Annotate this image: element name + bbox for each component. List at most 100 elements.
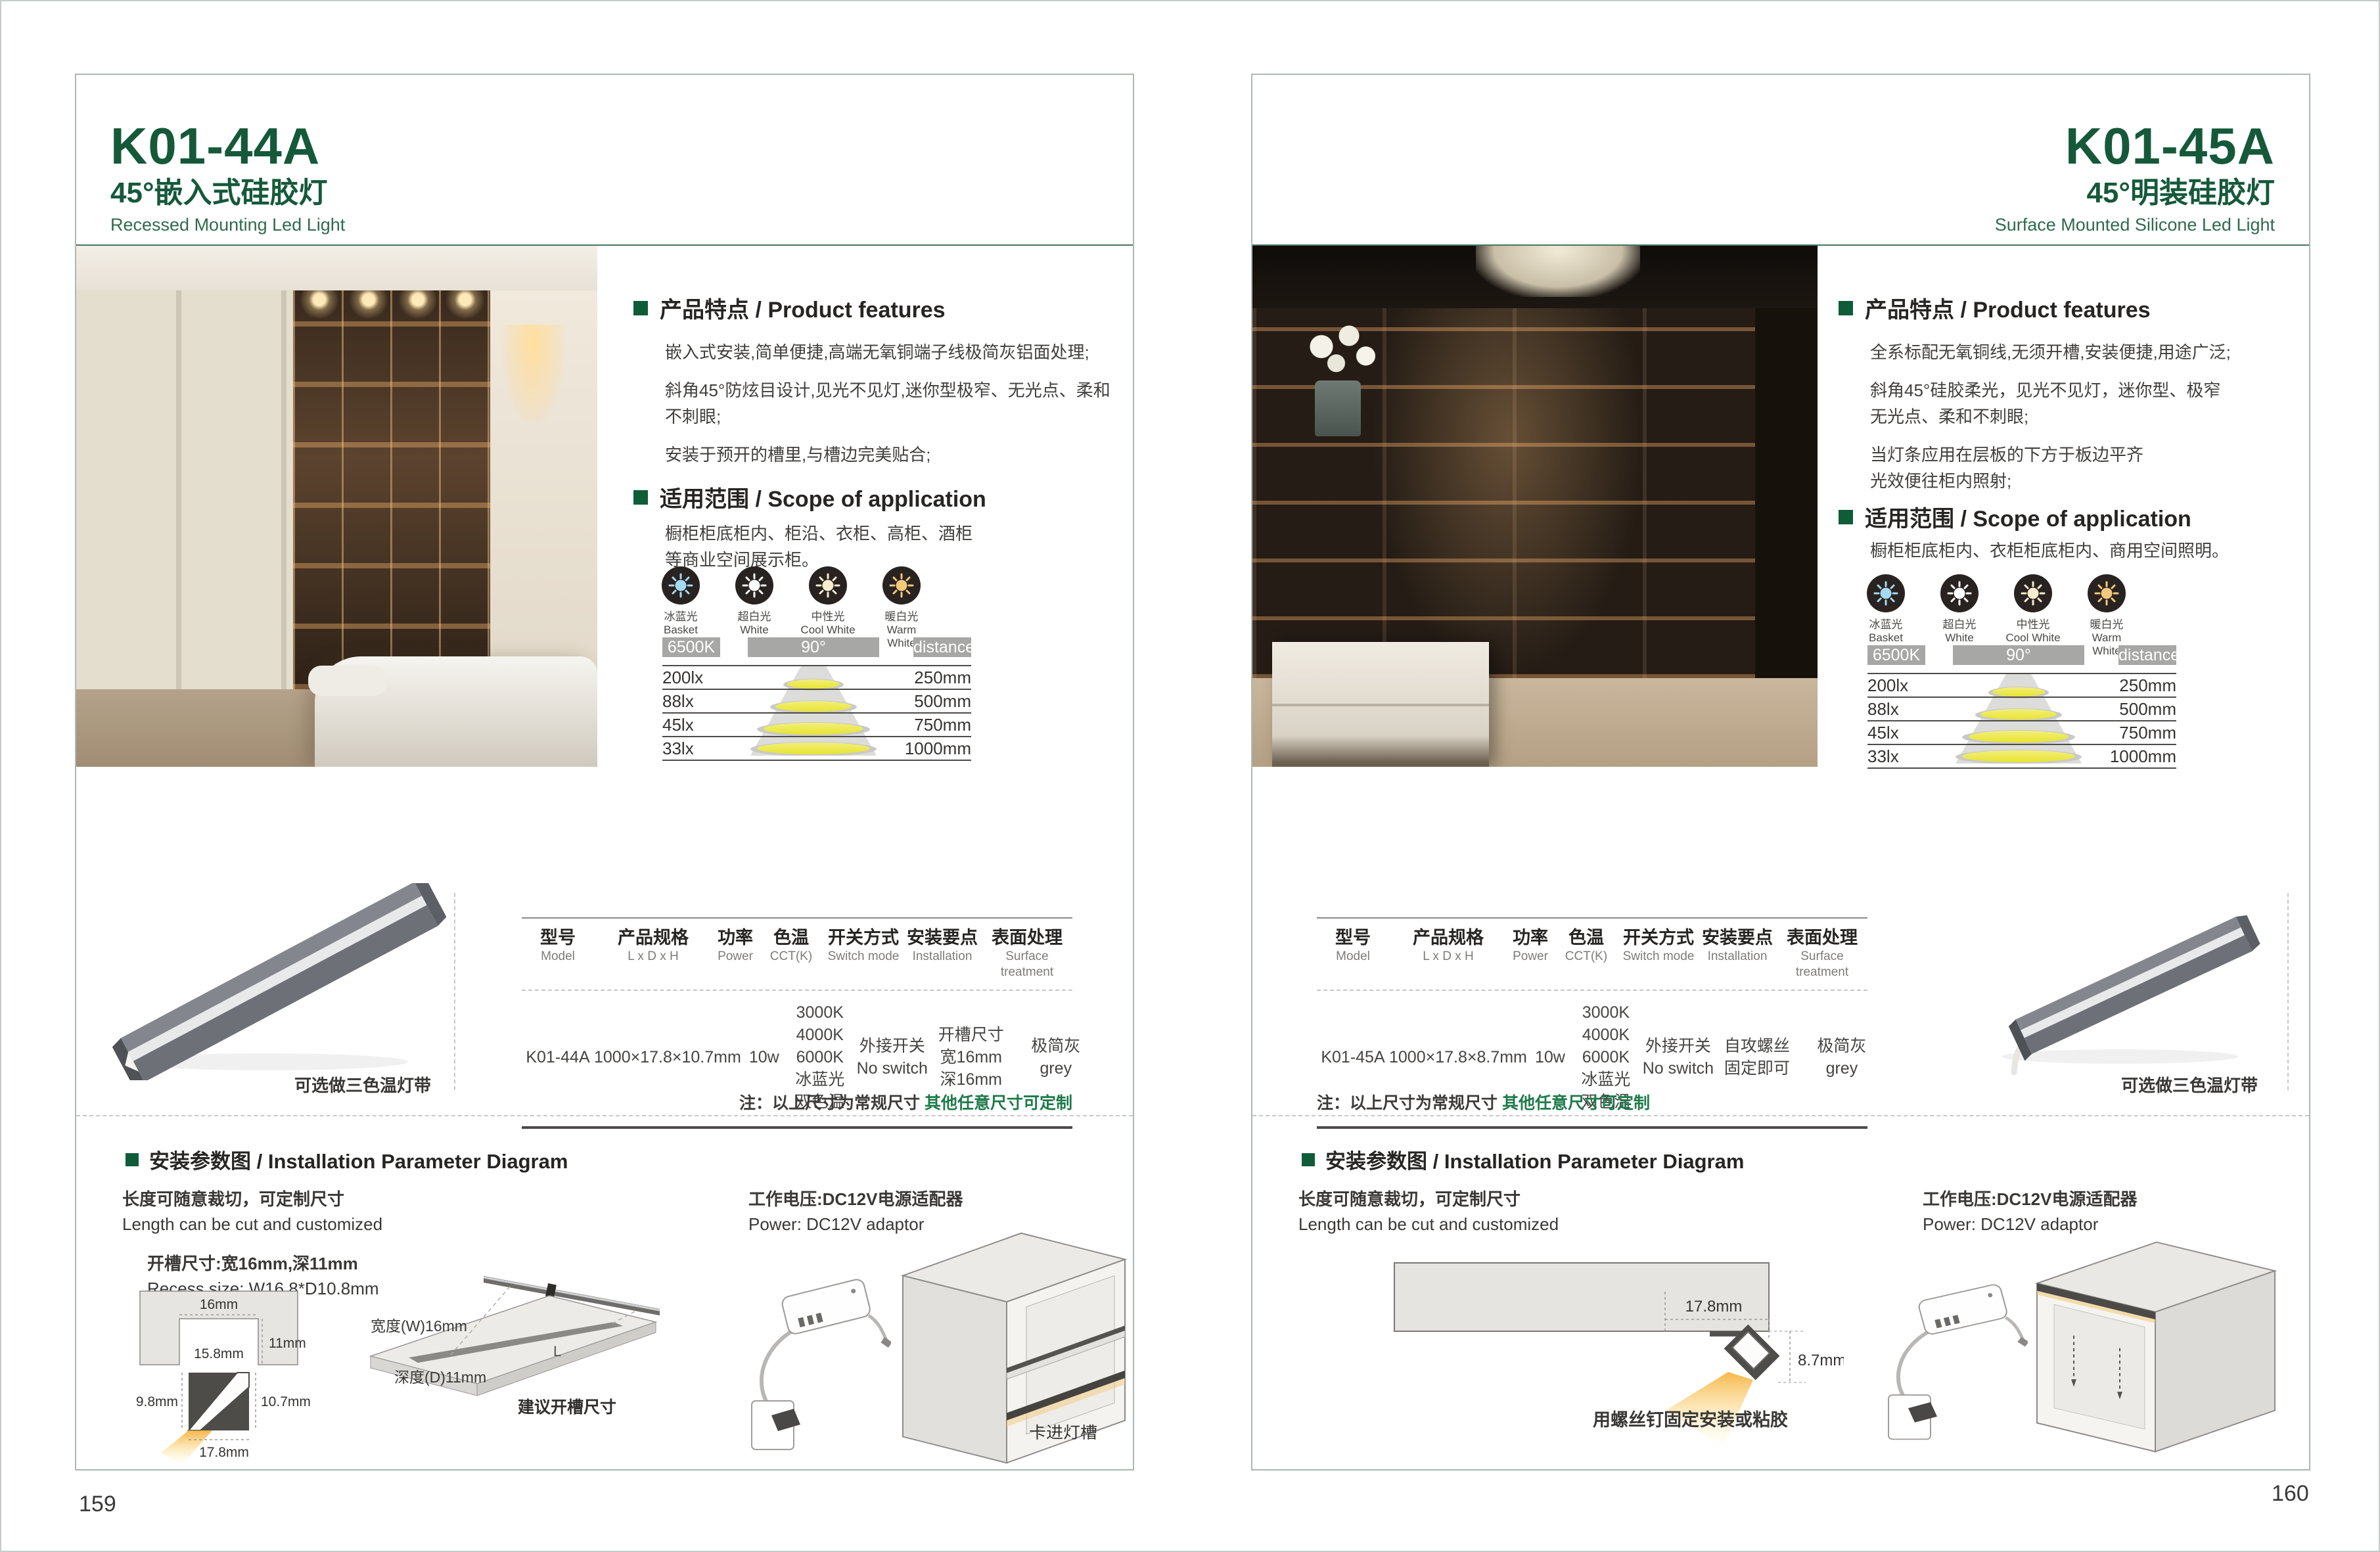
- dim-width: 17.8mm: [1685, 1298, 1743, 1315]
- col-power-en: Power: [712, 949, 758, 965]
- install-line: 开槽尺寸: [932, 1024, 1011, 1046]
- surface-cn: 极简灰: [1796, 1035, 1887, 1057]
- cell-install: 自攻螺丝 固定即可: [1718, 1035, 1796, 1080]
- cell-model: K01-45A: [1317, 1046, 1389, 1068]
- chart-row: 33lx1000mm: [1867, 745, 2176, 769]
- profile-caption: 可选做三色温灯带: [2067, 1072, 2258, 1097]
- features-heading-label: 产品特点 / Product features: [1865, 292, 2151, 324]
- chart-row: 33lx1000mm: [662, 737, 971, 761]
- distance-value: 1000mm: [2110, 746, 2176, 767]
- col-cct: 色温: [758, 926, 824, 949]
- dim-bottom-width: 17.8mm: [199, 1445, 249, 1460]
- features-heading: 产品特点 / Product features: [1839, 292, 2151, 324]
- cell-switch: 外接开关 No switch: [1639, 1035, 1718, 1080]
- page-header-left: K01-44A 45°嵌入式硅胶灯 Recessed Mounting Led …: [110, 118, 345, 237]
- col-spec-en: L x D x H: [1389, 949, 1507, 965]
- cct-label-cn: 超白光: [1931, 618, 1988, 631]
- switch-cn: 外接开关: [1639, 1035, 1718, 1057]
- cell-spec: 1000×17.8×10.7mm: [594, 1046, 741, 1068]
- lux-value: 45lx: [662, 715, 694, 735]
- feature-line: 无光点、柔和不刺眼;: [1870, 403, 2291, 430]
- feature-line: 斜角45°防炫目设计,见光不见灯,迷你型极窄、无光点、柔和不刺眼;: [665, 377, 1125, 430]
- cct-label-en: Basket: [652, 624, 710, 637]
- groove-diagram: 宽度(W)16mm 深度(D)11mm 建议开槽尺寸 L: [352, 1258, 668, 1442]
- cct-line: 冰蓝光: [1573, 1068, 1639, 1091]
- power-adaptor-illustration: [1870, 1258, 2028, 1455]
- product-title-en: Recessed Mounting Led Light: [110, 213, 345, 237]
- catalog-page-right: K01-45A 45°明装硅胶灯 Surface Mounted Silicon…: [1251, 74, 2310, 1471]
- col-model: 型号: [1317, 926, 1389, 949]
- spec-table-header: 型号Model 产品规格L x D x H 功率Power 色温CCT(K) 开…: [1317, 917, 1867, 990]
- chart-header-bars: 6500K 90° distance: [1867, 645, 2176, 665]
- surface-en: grey: [1796, 1057, 1887, 1080]
- chart-row: 200lx250mm: [662, 666, 971, 690]
- col-spec-en: L x D x H: [594, 949, 712, 965]
- table-note: 注：以上尺寸为常规尺寸 其他任意尺寸可定制: [522, 1090, 1072, 1114]
- cell-surface: 极简灰 grey: [1011, 1035, 1101, 1080]
- col-model-en: Model: [522, 949, 594, 965]
- cell-spec: 1000×17.8×8.7mm: [1389, 1046, 1527, 1068]
- spec-table-header: 型号Model 产品规格L x D x H 功率Power 色温CCT(K) 开…: [522, 917, 1072, 990]
- col-install: 安装要点: [903, 926, 982, 949]
- beam-angle-bar: 90°: [748, 637, 879, 657]
- distance-value: 250mm: [914, 668, 971, 688]
- scope-heading: 适用范围 / Scope of application: [1839, 501, 2191, 533]
- distance-value: 1000mm: [905, 739, 971, 759]
- col-install: 安装要点: [1698, 926, 1777, 949]
- cct-label-en: Cool White: [799, 624, 857, 637]
- cell-switch: 外接开关 No switch: [853, 1035, 932, 1080]
- cct-label-en: Cool White: [2004, 631, 2062, 645]
- note-text: 注：以上尺寸为常规尺寸: [739, 1094, 925, 1112]
- chart-rows: 200lx250mm 88lx500mm 45lx750mm 33lx1000m…: [1867, 673, 2176, 769]
- product-title-cn: 45°嵌入式硅胶灯: [110, 173, 345, 213]
- cct-label-cn: 冰蓝光: [652, 610, 710, 624]
- product-photo-left: [76, 246, 597, 767]
- scope-heading: 适用范围 / Scope of application: [633, 481, 986, 513]
- distance-bar: distance: [2118, 645, 2176, 665]
- col-power: 功率: [1507, 926, 1553, 949]
- cell-power: 10w: [1527, 1046, 1573, 1068]
- feature-line: 当灯条应用在层板的下方于板边平齐: [1870, 442, 2291, 468]
- cct-label-en: Basket: [1857, 631, 1915, 645]
- dim-height-right: 10.7mm: [261, 1394, 311, 1409]
- lux-value: 45lx: [1867, 723, 1899, 743]
- col-install-en: Installation: [1698, 949, 1777, 965]
- col-spec: 产品规格: [1389, 926, 1507, 949]
- features-list: 全系标配无氧铜线,无须开槽,安装便捷,用途广泛; 斜角45°硅胶柔光，见光不见灯…: [1870, 339, 2291, 494]
- chart-rows: 200lx250mm 88lx 500mm 45lx750mm 33lx1000m…: [662, 665, 971, 761]
- length-en: Length can be cut and customized: [1298, 1212, 1559, 1237]
- col-spec: 产品规格: [594, 926, 712, 949]
- beam-angle-bar: 90°: [1953, 645, 2084, 665]
- scope-list: 橱柜柜底柜内、柜沿、衣柜、高柜、酒柜 等商业空间展示柜。: [665, 520, 973, 573]
- install-line: 固定即可: [1718, 1057, 1796, 1080]
- col-surface: 表面处理: [1777, 926, 1867, 949]
- distance-value: 500mm: [914, 691, 971, 712]
- note-highlight: 其他任意尺寸可定制: [1502, 1094, 1650, 1112]
- chart-row: 88lx500mm: [1867, 698, 2176, 721]
- power-cn: 工作电压:DC12V电源适配器: [748, 1187, 963, 1212]
- page-number-right: 160: [2272, 1481, 2309, 1507]
- cct-bar: 6500K: [1867, 645, 1925, 665]
- recess-cn: 开槽尺寸:宽16mm,深11mm: [147, 1251, 379, 1276]
- cct-bar: 6500K: [662, 637, 720, 657]
- catalog-page-left: K01-44A 45°嵌入式硅胶灯 Recessed Mounting Led …: [75, 74, 1134, 1471]
- cabinet-illustration: 卡进灯槽: [891, 1218, 1141, 1468]
- col-install-en: Installation: [903, 949, 982, 965]
- length-note: 长度可随意裁切，可定制尺寸 Length can be cut and cust…: [122, 1187, 382, 1237]
- chart-row: 45lx750mm: [1867, 721, 2176, 745]
- square-bullet-icon: [633, 301, 648, 315]
- chart-row: 45lx750mm: [662, 714, 971, 737]
- vertical-divider: [454, 893, 455, 1090]
- surface-cn: 极简灰: [1011, 1035, 1101, 1057]
- col-power: 功率: [712, 926, 758, 949]
- chart-row: 88lx 500mm: [662, 690, 971, 714]
- install-heading: 安装参数图 / Installation Parameter Diagram: [126, 1145, 568, 1174]
- length-mark: L: [553, 1343, 561, 1359]
- lux-value: 88lx: [662, 691, 694, 712]
- scope-heading-label: 适用范围 / Scope of application: [660, 481, 986, 513]
- cell-surface: 极简灰 grey: [1796, 1035, 1887, 1080]
- cct-label-cn: 暖白光: [2078, 618, 2136, 631]
- cct-line: 6000K: [1573, 1046, 1639, 1068]
- dim-slot-width: 16mm: [200, 1297, 238, 1312]
- cct-line: 冰蓝光: [787, 1068, 853, 1091]
